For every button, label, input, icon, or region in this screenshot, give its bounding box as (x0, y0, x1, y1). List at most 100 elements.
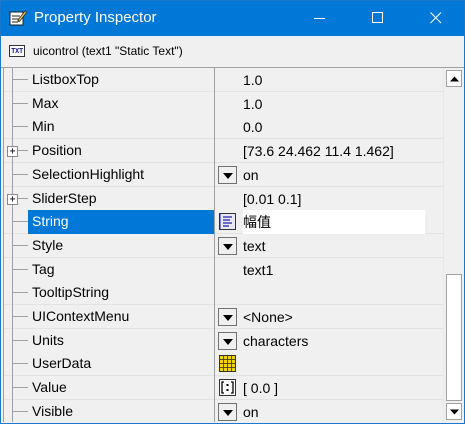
close-button[interactable] (413, 1, 459, 36)
object-label: uicontrol (text1 "Static Text") (33, 44, 183, 58)
property-name: Max (32, 94, 59, 111)
property-name-cell[interactable]: Min (4, 115, 214, 140)
property-value-cell[interactable] (215, 352, 443, 377)
property-row-listboxtop[interactable]: ListboxTop 1.0 (4, 68, 443, 92)
property-row-userdata[interactable]: UserData (4, 352, 443, 377)
property-value-cell[interactable]: 0.0 (215, 115, 443, 140)
chevron-down-icon[interactable] (218, 308, 237, 326)
chevron-down-icon[interactable] (218, 402, 237, 421)
property-name-cell[interactable]: Tag (4, 257, 214, 282)
property-name-cell[interactable]: Units (4, 328, 214, 353)
property-row-string[interactable]: String 幅值 (4, 210, 443, 235)
property-value[interactable]: [0.01 0.1] (243, 191, 301, 208)
property-value-cell[interactable]: <None> (215, 305, 443, 329)
property-name: TooltipString (32, 284, 110, 301)
property-name: ListboxTop (32, 71, 99, 87)
property-value-cell[interactable]: [73.6 24.462 11.4 1.462] (215, 139, 443, 164)
tree-branch (13, 387, 28, 389)
property-name-cell[interactable]: TooltipString (4, 281, 214, 306)
chevron-down-icon[interactable] (218, 236, 237, 255)
property-name: String (32, 213, 69, 230)
property-value: text (243, 237, 266, 254)
property-row-max[interactable]: Max 1.0 (4, 91, 443, 116)
title-bar[interactable]: Property Inspector (1, 1, 464, 36)
expand-icon[interactable]: + (7, 193, 18, 205)
minimize-button[interactable] (297, 1, 343, 36)
property-row-style[interactable]: Style text (4, 233, 443, 258)
tree-line (12, 376, 13, 401)
tree-branch (13, 316, 28, 317)
property-value: on (243, 403, 259, 420)
property-name-cell[interactable]: String (4, 210, 214, 235)
scroll-down-button[interactable] (446, 403, 462, 420)
property-value-cell[interactable]: on (215, 162, 443, 187)
grid-table-icon[interactable] (219, 355, 236, 373)
property-name-cell[interactable]: Max (4, 91, 214, 116)
property-value-cell[interactable]: 1.0 (215, 91, 443, 116)
property-name: UserData (32, 355, 92, 372)
property-name: Value (32, 379, 67, 396)
property-row-value[interactable]: Value [ 0.0 ] (4, 376, 443, 401)
property-value[interactable]: [73.6 24.462 11.4 1.462] (243, 143, 394, 160)
scroll-up-button[interactable] (446, 70, 462, 87)
tree-line (12, 233, 13, 258)
vertical-scrollbar[interactable] (443, 68, 464, 422)
property-value-cell[interactable]: text (215, 233, 443, 258)
property-name-cell[interactable]: Visible (4, 399, 214, 422)
property-name: Min (32, 118, 55, 135)
property-name: SliderStep (32, 189, 97, 206)
property-value-cell[interactable]: characters (215, 328, 443, 353)
tree-branch (13, 339, 28, 341)
property-value-cell[interactable]: [0.01 0.1] (215, 186, 443, 211)
property-name-cell[interactable]: Style (4, 233, 214, 258)
property-value-cell[interactable]: on (215, 399, 443, 422)
property-value-cell[interactable]: 幅值 (215, 210, 443, 235)
property-name-cell[interactable]: UserData (4, 352, 214, 377)
property-value-cell[interactable]: [ 0.0 ] (215, 376, 443, 401)
property-value-cell[interactable]: 1.0 (215, 68, 443, 92)
tree-branch (13, 410, 28, 412)
property-value[interactable]: 1.0 (243, 72, 262, 89)
chevron-down-icon[interactable] (218, 331, 237, 350)
property-row-selectionhighlight[interactable]: SelectionHighlight on (4, 162, 443, 187)
tree-branch (13, 292, 28, 294)
tree-branch (13, 79, 28, 80)
tree-branch (13, 363, 28, 365)
tree-line (12, 210, 13, 235)
property-name: Position (32, 142, 82, 159)
property-row-units[interactable]: Units characters (4, 328, 443, 353)
object-bar: TXT uicontrol (text1 "Static Text") (1, 36, 464, 68)
property-row-position[interactable]: + Position [73.6 24.462 11.4 1.462] (4, 139, 443, 164)
property-name-cell[interactable]: SelectionHighlight (4, 162, 214, 187)
tree-line (12, 352, 13, 377)
property-name-cell[interactable]: ListboxTop (4, 68, 214, 92)
chevron-down-icon[interactable] (218, 165, 237, 184)
property-value: [ 0.0 ] (243, 380, 279, 397)
array-brackets-icon[interactable] (219, 379, 236, 397)
tree-line (12, 328, 13, 353)
property-name-cell[interactable]: Value (4, 376, 214, 401)
property-row-tooltipstring[interactable]: TooltipString (4, 281, 443, 306)
property-row-visible[interactable]: Visible on (4, 399, 443, 422)
property-name-cell[interactable]: + Position (4, 139, 214, 164)
maximize-button[interactable] (355, 1, 401, 36)
property-value-cell[interactable] (215, 281, 443, 306)
property-value-cell[interactable]: text1 (215, 257, 443, 282)
scrollbar-thumb[interactable] (446, 274, 462, 401)
property-value[interactable]: 1.0 (243, 96, 262, 113)
property-row-tag[interactable]: Tag text1 (4, 257, 443, 282)
property-name: Visible (32, 402, 73, 419)
property-name-cell[interactable]: + SliderStep (4, 186, 214, 211)
property-value[interactable]: text1 (243, 262, 273, 279)
expand-icon[interactable]: + (7, 146, 18, 158)
static-text-icon: TXT (9, 45, 25, 57)
tree-line (12, 281, 13, 306)
property-row-uicontextmenu[interactable]: UIContextMenu <None> (4, 305, 443, 329)
property-row-min[interactable]: Min 0.0 (4, 115, 443, 140)
text-lines-icon[interactable] (218, 213, 236, 231)
property-row-sliderstep[interactable]: + SliderStep [0.01 0.1] (4, 186, 443, 211)
tree-branch (13, 268, 28, 270)
property-name-cell[interactable]: UIContextMenu (4, 305, 214, 329)
property-value[interactable]: 0.0 (243, 119, 262, 136)
property-name: Tag (32, 260, 55, 277)
